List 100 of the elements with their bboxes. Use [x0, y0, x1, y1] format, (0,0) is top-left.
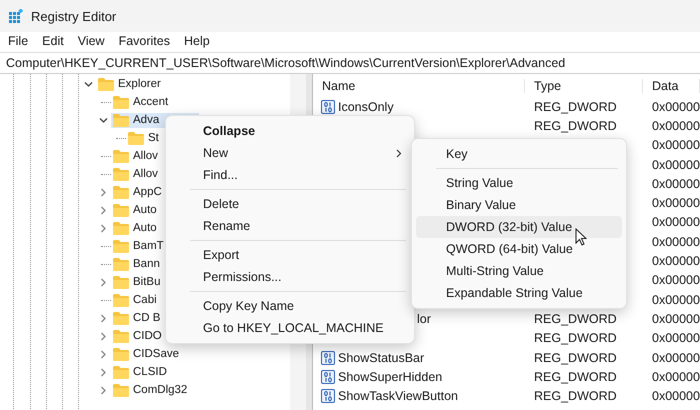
tree-item[interactable]: Allov — [111, 148, 160, 164]
table-cell: REG_DWORD — [534, 100, 617, 114]
folder-icon — [113, 330, 129, 342]
table-cell-text: lor — [416, 312, 431, 326]
tree-item[interactable]: Auto — [111, 220, 159, 236]
menu-item[interactable]: Rename — [170, 215, 410, 237]
table-cell: 0x00000 — [652, 158, 700, 172]
chevron-right-icon[interactable] — [98, 278, 108, 286]
tree-item[interactable]: CLSID — [111, 364, 169, 380]
tree-item[interactable]: BitBu — [111, 274, 162, 290]
tree-item[interactable]: Accent — [111, 94, 170, 110]
table-cell: ShowSuperHidden — [338, 370, 442, 384]
table-cell: 0x00000 — [652, 331, 700, 346]
tree-item[interactable]: Allov — [111, 166, 160, 182]
chevron-right-icon[interactable] — [98, 224, 108, 232]
tree-item[interactable]: Bann — [111, 256, 162, 272]
table-cell: 0x00000 — [652, 292, 700, 307]
menu-item[interactable]: Edit — [42, 34, 64, 48]
menu-item[interactable]: Binary Value — [416, 194, 622, 216]
table-cell: 0x00000 — [652, 176, 700, 191]
tree-item[interactable]: Explorer — [96, 76, 163, 92]
folder-icon — [113, 96, 129, 108]
menu-item[interactable]: File — [8, 34, 28, 48]
folder-icon — [113, 240, 129, 252]
registry-cubes-icon — [9, 9, 23, 23]
table-cell: REG_DWORD — [534, 350, 617, 364]
tree-item[interactable]: ComDlg32 — [111, 382, 190, 398]
table-cell: 0x00000 — [652, 389, 700, 404]
folder-icon — [113, 204, 129, 216]
menu-item[interactable]: QWORD (64-bit) Value — [416, 238, 622, 260]
tree-item[interactable]: CIDO — [111, 328, 164, 344]
table-cell: 0x00000 — [652, 273, 700, 288]
menu-item[interactable]: Multi-String Value — [416, 260, 622, 282]
tree-item[interactable]: Cabi — [111, 292, 159, 308]
table-cell: REG_DWORD — [534, 118, 617, 133]
menu-item[interactable]: Export — [170, 244, 410, 266]
menu-item[interactable]: Expandable String Value — [416, 282, 622, 304]
chevron-right-icon[interactable] — [98, 386, 108, 394]
table-cell: 0x00000 — [652, 350, 700, 364]
mouse-pointer-icon — [575, 228, 587, 246]
tree-item[interactable]: BamT — [111, 238, 166, 254]
column-header[interactable]: Name — [313, 78, 525, 92]
folder-icon — [113, 348, 129, 360]
menu-item[interactable]: Copy Key Name — [170, 295, 410, 317]
table-cell: 0x00000 — [652, 138, 700, 152]
chevron-right-icon[interactable] — [98, 350, 108, 358]
window-title: Registry Editor — [31, 8, 116, 24]
table-cell: REG_DWORD — [534, 389, 617, 404]
binary-value-icon — [321, 389, 335, 404]
tree-item[interactable]: Auto — [111, 202, 159, 218]
menu-item[interactable]: View — [78, 34, 105, 48]
binary-value-icon — [321, 350, 335, 364]
binary-value-icon — [321, 370, 335, 384]
tree-item[interactable]: CIDSave — [111, 346, 182, 362]
table-cell: IconsOnly — [338, 100, 394, 114]
chevron-right-icon[interactable] — [98, 314, 108, 322]
menu-item[interactable]: DWORD (32-bit) Value — [416, 216, 622, 238]
table-cell: REG_DWORD — [534, 370, 617, 384]
binary-value-icon — [321, 100, 335, 114]
chevron-down-icon[interactable] — [84, 80, 92, 88]
folder-icon — [113, 276, 129, 288]
column-header[interactable]: Type — [525, 78, 643, 92]
menu-item[interactable]: Find... — [170, 164, 410, 186]
table-cell: 0x00000 — [652, 370, 700, 384]
menu-item[interactable]: Delete — [170, 193, 410, 215]
folder-icon — [113, 186, 129, 198]
folder-icon — [113, 168, 129, 180]
table-cell: 0x00000 — [652, 196, 700, 210]
tree-item[interactable]: St — [126, 130, 161, 146]
folder-icon — [113, 384, 129, 396]
table-cell: ShowStatusBar — [338, 350, 424, 364]
menu-item[interactable]: New — [170, 142, 410, 164]
menu-item[interactable]: Help — [184, 34, 210, 48]
address-field[interactable]: Computer\HKEY_CURRENT_USER\Software\Microsoft\Windows\CurrentVersion\Explorer\Advanced — [0, 52, 700, 74]
tree-item[interactable]: AppC — [111, 184, 164, 200]
menu-item[interactable]: Favorites — [118, 34, 170, 48]
chevron-right-icon — [396, 148, 402, 158]
table-cell: 0x00000 — [652, 100, 700, 114]
folder-icon — [113, 150, 129, 162]
chevron-right-icon[interactable] — [98, 206, 108, 214]
chevron-down-icon[interactable] — [98, 116, 108, 124]
chevron-right-icon[interactable] — [98, 188, 108, 196]
chevron-right-icon[interactable] — [98, 332, 108, 340]
chevron-right-icon[interactable] — [98, 368, 108, 376]
table-cell: 0x00000 — [652, 254, 700, 268]
table-cell: REG_DWORD — [534, 312, 617, 326]
column-header[interactable]: Data — [643, 78, 700, 92]
folder-icon — [113, 312, 129, 324]
folder-icon — [113, 222, 129, 234]
tree-item[interactable]: CD B — [111, 310, 162, 326]
table-cell: 0x00000 — [652, 234, 700, 249]
menu-item[interactable]: String Value — [416, 172, 622, 194]
menu-item[interactable]: Permissions... — [170, 266, 410, 288]
table-cell: 0x00000 — [652, 312, 700, 326]
folder-icon — [128, 132, 144, 144]
folder-icon — [113, 258, 129, 270]
menu-item[interactable]: Go to HKEY_LOCAL_MACHINE — [170, 317, 410, 339]
folder-icon — [98, 78, 114, 90]
menu-item[interactable]: Key — [416, 143, 622, 165]
table-cell: ShowTaskViewButton — [338, 389, 458, 404]
